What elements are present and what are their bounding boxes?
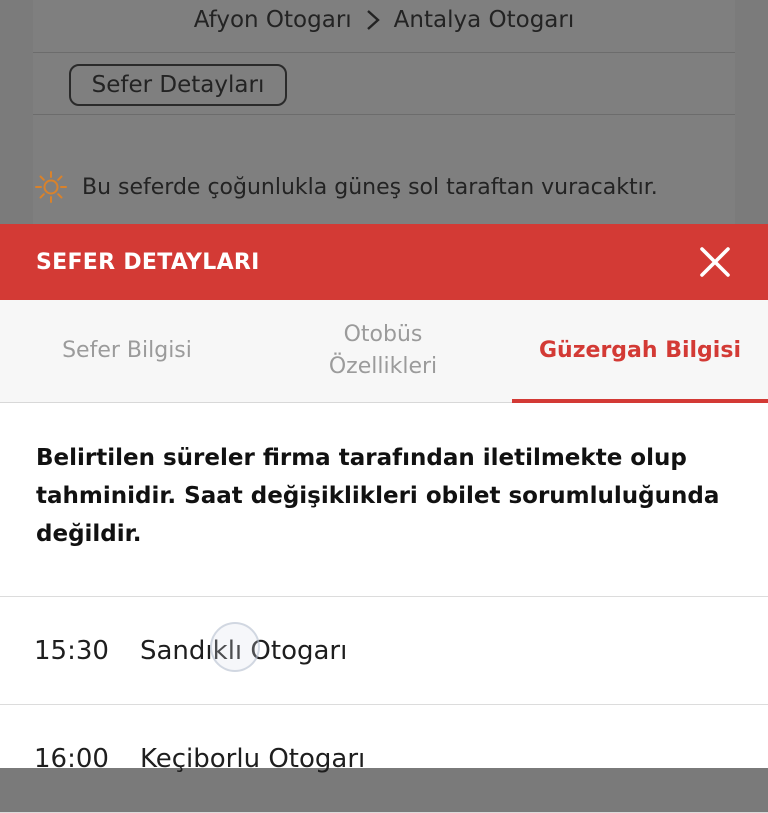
sun-notice: Bu seferde çoğunlukla güneş sol taraftan… [34, 170, 658, 204]
divider [33, 114, 735, 115]
close-icon[interactable] [698, 245, 732, 279]
stop-name: Keçiborlu Otogarı [140, 743, 366, 774]
tab-trip-info[interactable]: Sefer Bilgisi [0, 300, 254, 402]
divider [33, 52, 735, 53]
list-item: 15:30 Sandıklı Otogarı [0, 597, 768, 705]
tab-label: Güzergah Bilgisi [539, 338, 741, 363]
sheet-title: SEFER DETAYLARI [36, 249, 260, 275]
sheet-header: SEFER DETAYLARI [0, 224, 768, 300]
route-destination: Antalya Otogarı [393, 7, 575, 33]
background-page: Afyon Otogarı Antalya Otogarı Sefer Deta… [0, 0, 768, 224]
chevron-right-icon [366, 10, 380, 30]
sun-notice-text: Bu seferde çoğunlukla güneş sol taraftan… [82, 174, 658, 200]
tab-route-info[interactable]: Güzergah Bilgisi [512, 300, 768, 402]
route-header: Afyon Otogarı Antalya Otogarı [33, 0, 735, 40]
timing-disclaimer: Belirtilen süreler firma tarafından ilet… [0, 403, 768, 597]
tab-label-line: Otobüs [343, 322, 423, 347]
sun-icon [35, 171, 67, 203]
list-item: 16:00 Keçiborlu Otogarı [0, 705, 768, 813]
active-tab-indicator [512, 399, 768, 403]
stop-time: 15:30 [34, 635, 109, 666]
tab-label-line: Özellikleri [328, 354, 438, 379]
stop-name: Sandıklı Otogarı [140, 621, 347, 672]
route-origin: Afyon Otogarı [193, 7, 352, 33]
tab-label: Sefer Bilgisi [62, 338, 192, 363]
touch-indicator [210, 621, 260, 672]
tab-bus-features[interactable]: Otobüs Özellikleri [254, 300, 512, 402]
tab-bar: Sefer Bilgisi Otobüs Özellikleri Güzerga… [0, 300, 768, 403]
trip-details-sheet: SEFER DETAYLARI Sefer Bilgisi Otobüs Öze… [0, 224, 768, 813]
stop-time: 16:00 [34, 743, 109, 774]
trip-details-button[interactable]: Sefer Detayları [69, 64, 287, 106]
tab-label: Otobüs Özellikleri [329, 319, 437, 383]
